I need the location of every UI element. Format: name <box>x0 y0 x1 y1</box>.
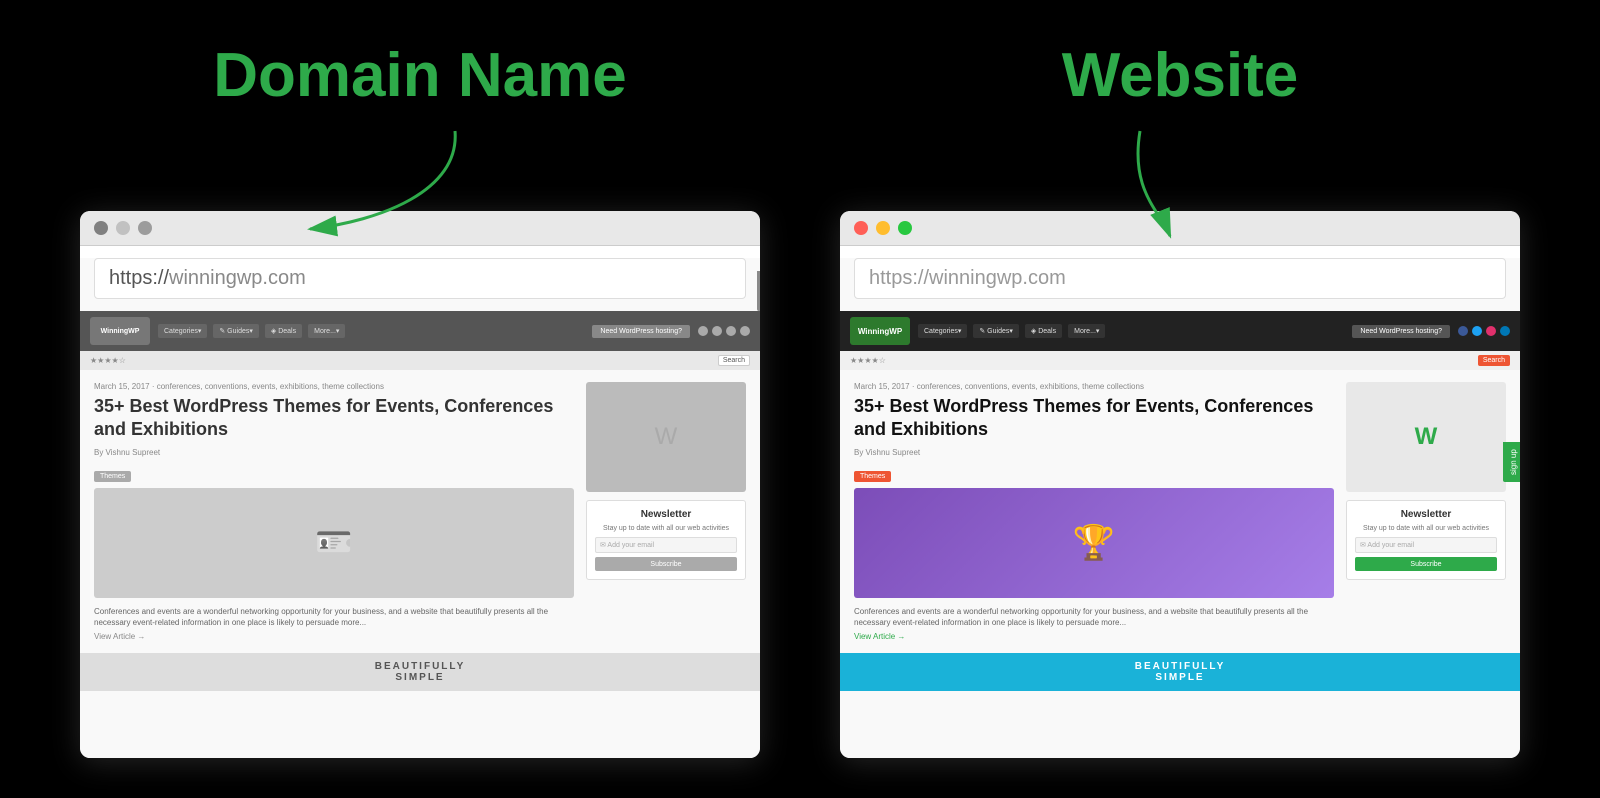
left-bottom-banner: BEAUTIFULLYSIMPLE <box>80 653 760 691</box>
right-article-icon: 🏆 <box>1073 523 1115 563</box>
right-nav-more: More...▾ <box>1068 324 1105 338</box>
right-newsletter-desc: Stay up to date with all our web activit… <box>1355 524 1497 533</box>
right-article-heading: 35+ Best WordPress Themes for Events, Co… <box>854 395 1334 442</box>
left-main: March 15, 2017 · conferences, convention… <box>94 382 574 641</box>
url-prefix: https:// <box>109 267 169 289</box>
left-article-heading: 35+ Best WordPress Themes for Events, Co… <box>94 395 574 442</box>
left-site-logo: WinningWP <box>90 317 150 345</box>
left-site-cta: Need WordPress hosting? <box>592 325 690 338</box>
left-article-date: March 15, 2017 · conferences, convention… <box>94 382 574 391</box>
domain-name-title: Domain Name <box>213 40 626 111</box>
left-newsletter-input: ✉ Add your email <box>595 537 737 553</box>
right-social <box>1458 326 1510 336</box>
right-site-cta: Need WordPress hosting? <box>1352 325 1450 338</box>
right-subnav: ★★★★☆ Search <box>840 351 1520 370</box>
left-article-desc: Conferences and events are a wonderful n… <box>94 606 574 628</box>
right-social-tw <box>1472 326 1482 336</box>
left-newsletter-desc: Stay up to date with all our web activit… <box>595 524 737 533</box>
left-article-icon: 🪪 <box>315 525 352 560</box>
right-newsletter-btn: Subscribe <box>1355 557 1497 571</box>
left-subnav: ★★★★☆ Search <box>80 351 760 370</box>
left-newsletter-btn: Subscribe <box>595 557 737 571</box>
left-sidebar-img: W <box>586 382 746 492</box>
right-browser-body: https://winningwp.com WinningWP Categori… <box>840 258 1520 758</box>
left-social-fb <box>698 326 708 336</box>
website-arrow <box>840 121 1520 241</box>
right-article-tag: Themes <box>854 471 891 482</box>
domain-arrow <box>80 121 760 241</box>
left-browser-body: https://winningwp.com WinningWP Categori… <box>80 258 760 758</box>
right-social-li <box>1500 326 1510 336</box>
right-newsletter: Newsletter Stay up to date with all our … <box>1346 500 1506 580</box>
right-nav-deals: ◈ Deals <box>1025 324 1062 338</box>
right-newsletter-title: Newsletter <box>1355 509 1497 520</box>
right-bottom-banner: BEAUTIFULLYSIMPLE <box>840 653 1520 691</box>
left-newsletter: Newsletter Stay up to date with all our … <box>586 500 746 580</box>
right-site-logo: WinningWP <box>850 317 910 345</box>
left-browser: https://winningwp.com WinningWP Categori… <box>80 211 760 758</box>
right-site-nav: WinningWP Categories▾ ✎ Guides▾ ◈ Deals … <box>840 311 1520 351</box>
right-article-desc: Conferences and events are a wonderful n… <box>854 606 1334 628</box>
right-sidebar: W sign up Newsletter Stay up to date wit… <box>1346 382 1506 641</box>
left-nav-guides: ✎ Guides▾ <box>213 324 259 338</box>
right-sidebar-icon: W <box>1415 423 1438 451</box>
left-panel: Domain Name https://winningwp.com <box>80 40 760 758</box>
left-signup-badge: sign up <box>757 271 760 311</box>
url-domain-left: winningwp.com <box>169 267 306 289</box>
left-nav-items: Categories▾ ✎ Guides▾ ◈ Deals More...▾ <box>158 324 584 338</box>
left-site-nav: WinningWP Categories▾ ✎ Guides▾ ◈ Deals … <box>80 311 760 351</box>
right-url-full: https://winningwp.com <box>869 267 1066 289</box>
left-social-li <box>740 326 750 336</box>
right-nav-guides: ✎ Guides▾ <box>973 324 1019 338</box>
left-article-tag: Themes <box>94 471 131 482</box>
left-nav-more: More...▾ <box>308 324 345 338</box>
left-social-tw <box>712 326 722 336</box>
right-panel: Website https://winningwp.com <box>840 40 1520 758</box>
left-url-bar: https://winningwp.com <box>94 258 746 299</box>
right-signup-badge: sign up <box>1503 442 1520 482</box>
left-social-ig <box>726 326 736 336</box>
right-article-link: View Article → <box>854 632 1334 641</box>
right-sidebar-img: W <box>1346 382 1506 492</box>
right-article-date: March 15, 2017 · conferences, convention… <box>854 382 1334 391</box>
left-article-image: 🪪 <box>94 488 574 598</box>
right-site-content: March 15, 2017 · conferences, convention… <box>840 370 1520 653</box>
website-title: Website <box>1062 40 1299 111</box>
left-nav-categories: Categories▾ <box>158 324 207 338</box>
right-article-author: By Vishnu Supreet <box>854 448 1334 457</box>
right-nav-categories: Categories▾ <box>918 324 967 338</box>
left-sidebar: W sign up Newsletter Stay up to date wit… <box>586 382 746 641</box>
left-article-author: By Vishnu Supreet <box>94 448 574 457</box>
left-site-content: March 15, 2017 · conferences, convention… <box>80 370 760 653</box>
right-article-image: 🏆 <box>854 488 1334 598</box>
right-social-ig <box>1486 326 1496 336</box>
left-newsletter-title: Newsletter <box>595 509 737 520</box>
right-social-fb <box>1458 326 1468 336</box>
left-social <box>698 326 750 336</box>
left-nav-deals: ◈ Deals <box>265 324 302 338</box>
right-nav-items: Categories▾ ✎ Guides▾ ◈ Deals More...▾ <box>918 324 1344 338</box>
right-newsletter-input: ✉ Add your email <box>1355 537 1497 553</box>
right-search: Search <box>1478 355 1510 366</box>
main-container: Domain Name https://winningwp.com <box>0 20 1600 778</box>
right-url-bar: https://winningwp.com <box>854 258 1506 299</box>
left-sidebar-icon: W <box>655 423 678 451</box>
right-browser: https://winningwp.com WinningWP Categori… <box>840 211 1520 758</box>
right-main: March 15, 2017 · conferences, convention… <box>854 382 1334 641</box>
left-search: Search <box>718 355 750 366</box>
left-article-link: View Article → <box>94 632 574 641</box>
